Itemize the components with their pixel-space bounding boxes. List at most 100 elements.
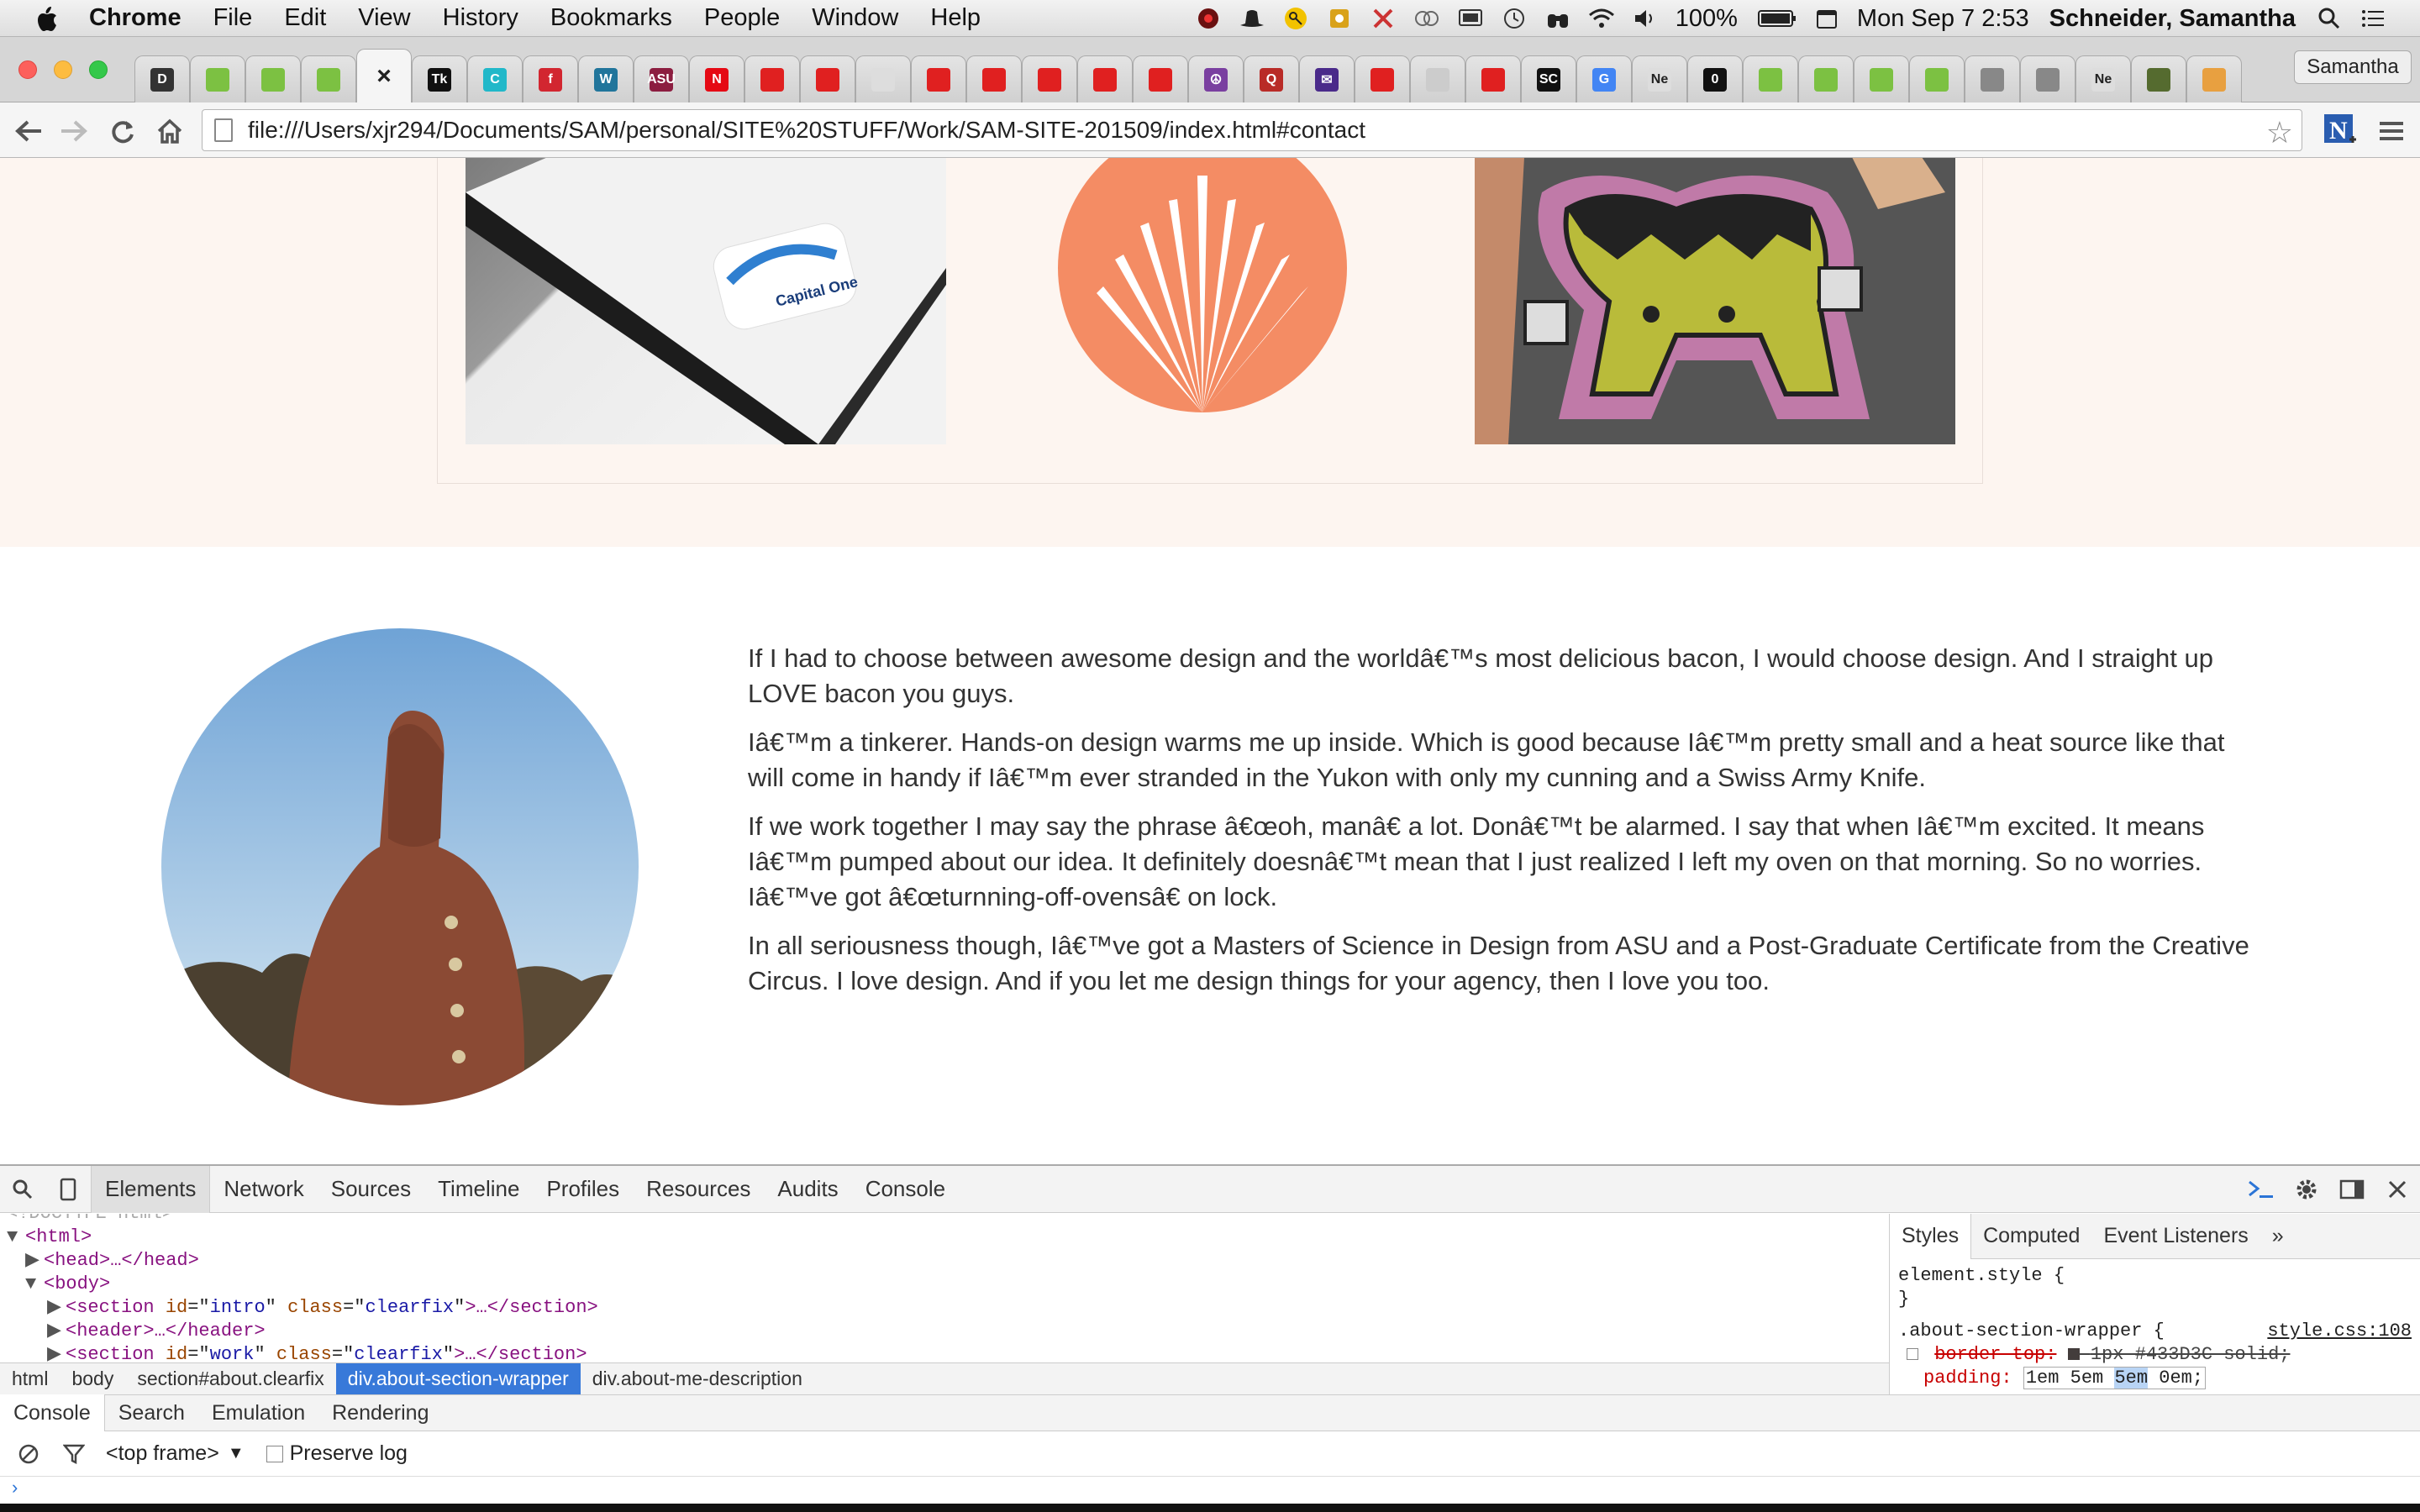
menu-file[interactable]: File [213, 4, 253, 32]
key-icon[interactable] [1282, 7, 1309, 30]
tab-computed[interactable]: Computed [1971, 1214, 2091, 1259]
drawer-tab-search[interactable]: Search [105, 1394, 198, 1431]
browser-tab[interactable] [2131, 55, 2186, 102]
browser-tab[interactable] [1022, 55, 1077, 102]
dock-side-icon[interactable] [2329, 1167, 2375, 1212]
browser-tab[interactable] [301, 55, 356, 102]
more-tabs-chevron[interactable]: » [2260, 1214, 2296, 1259]
browser-tab[interactable] [1743, 55, 1798, 102]
menu-edit[interactable]: Edit [284, 4, 326, 32]
frame-selector[interactable]: <top frame> [106, 1441, 219, 1466]
frankenstein-toy-thumbnail[interactable] [1475, 158, 1955, 444]
browser-tab[interactable]: ☮ [1188, 55, 1244, 102]
dom-node-body[interactable]: ▼ <body> [7, 1273, 1889, 1296]
profile-button[interactable]: Samantha [2294, 50, 2412, 84]
tab-styles[interactable]: Styles [1890, 1214, 1972, 1259]
css-prop-padding[interactable]: padding: 1em 5em 5em 0em; [1898, 1367, 2412, 1390]
time-machine-icon[interactable] [1501, 7, 1528, 30]
close-tab-icon[interactable]: × [372, 62, 396, 90]
browser-tab[interactable]: Q [1244, 55, 1299, 102]
browser-tab[interactable]: f [523, 55, 578, 102]
browser-tab[interactable] [911, 55, 966, 102]
extension-n-icon[interactable]: N [2321, 111, 2358, 148]
clear-console-icon[interactable] [12, 1437, 45, 1471]
crumb-section-about[interactable]: section#about.clearfix [125, 1363, 335, 1395]
chevron-down-icon[interactable]: ▼ [228, 1444, 245, 1463]
tab-elements[interactable]: Elements [91, 1165, 211, 1213]
close-devtools-icon[interactable] [2375, 1167, 2420, 1212]
browser-tab[interactable]: W [578, 55, 634, 102]
user-name[interactable]: Schneider, Samantha [2049, 5, 2296, 33]
capital-one-wallet-thumbnail[interactable]: Capital One [466, 158, 946, 444]
browser-tab[interactable] [2020, 55, 2075, 102]
browser-tab[interactable] [2186, 55, 2242, 102]
color-swatch[interactable] [2067, 1348, 2080, 1361]
drawer-tab-emulation[interactable]: Emulation [198, 1394, 318, 1431]
home-icon[interactable] [153, 114, 187, 148]
battery-percent[interactable]: 100% [1676, 5, 1738, 33]
crumb-about-me-description[interactable]: div.about-me-description [581, 1363, 814, 1395]
url-text[interactable]: file:///Users/xjr294/Documents/SAM/perso… [248, 117, 1365, 144]
tab-active[interactable]: × [356, 49, 412, 102]
browser-tab[interactable]: D [134, 55, 190, 102]
crumb-body[interactable]: body [60, 1363, 125, 1395]
forward-arrow-icon[interactable] [57, 114, 91, 148]
dom-tree[interactable]: <!DOCTYPE html> ▼<html> ▶<head>…</head> … [0, 1214, 1889, 1365]
menu-history[interactable]: History [443, 4, 518, 32]
crossed-tools-icon[interactable] [1370, 7, 1397, 30]
chrome-menu-icon[interactable] [2375, 114, 2408, 148]
drawer-tab-rendering[interactable]: Rendering [318, 1394, 442, 1431]
tab-profiles[interactable]: Profiles [533, 1166, 633, 1213]
crumb-html[interactable]: html [0, 1363, 60, 1395]
tab-event-listeners[interactable]: Event Listeners [2091, 1214, 2260, 1259]
inspect-search-icon[interactable] [0, 1167, 45, 1212]
menu-view[interactable]: View [358, 4, 410, 32]
browser-tab[interactable] [744, 55, 800, 102]
sunburst-logo-thumbnail[interactable] [962, 158, 1443, 444]
zoom-window-button[interactable] [89, 60, 108, 79]
browser-tab[interactable]: ✉ [1299, 55, 1355, 102]
browser-tab[interactable]: G [1576, 55, 1632, 102]
browser-tab[interactable]: ASU [634, 55, 689, 102]
property-checkbox[interactable] [1907, 1348, 1918, 1361]
binoculars-icon[interactable] [1544, 7, 1571, 30]
dom-node-html[interactable]: ▼ <html> [7, 1226, 1889, 1249]
browser-tab[interactable] [1355, 55, 1410, 102]
css-prop-border-top[interactable]: border-top: 1px #433D3C solid; [1898, 1343, 2412, 1367]
back-arrow-icon[interactable] [12, 114, 45, 148]
calendar-icon[interactable] [1813, 7, 1840, 30]
address-bar[interactable]: file:///Users/xjr294/Documents/SAM/perso… [202, 109, 2302, 151]
volume-icon[interactable] [1632, 7, 1659, 30]
tab-network[interactable]: Network [210, 1166, 317, 1213]
browser-tab[interactable]: Ne [2075, 55, 2131, 102]
tab-timeline[interactable]: Timeline [424, 1166, 533, 1213]
notification-center-icon[interactable] [2360, 7, 2386, 30]
menu-help[interactable]: Help [930, 4, 981, 32]
reload-icon[interactable] [106, 114, 139, 148]
crumb-about-section-wrapper[interactable]: div.about-section-wrapper [335, 1362, 581, 1395]
drawer-tab-console[interactable]: Console [0, 1394, 105, 1431]
battery-icon[interactable] [1757, 7, 1797, 30]
css-rules[interactable]: element.style { } .about-section-wrapper… [1890, 1259, 2420, 1394]
css-rule-selector[interactable]: .about-section-wrapper { style.css:108 [1898, 1320, 2412, 1343]
browser-tab[interactable] [245, 55, 301, 102]
menu-app-name[interactable]: Chrome [89, 4, 182, 32]
menu-bookmarks[interactable]: Bookmarks [550, 4, 672, 32]
browser-tab[interactable] [855, 55, 911, 102]
bookmark-star-icon[interactable]: ☆ [2266, 115, 2293, 150]
display-icon[interactable] [1457, 7, 1484, 30]
dom-node-head[interactable]: ▶ <head>…</head> [7, 1249, 1889, 1273]
minimize-window-button[interactable] [54, 60, 72, 79]
browser-tab[interactable]: Tk [412, 55, 467, 102]
dom-node-section-intro[interactable]: ▶ <section id="intro" class="clearfix">…<… [7, 1296, 1889, 1320]
wifi-icon[interactable] [1588, 7, 1615, 30]
browser-tab[interactable]: N [689, 55, 744, 102]
browser-tab[interactable] [966, 55, 1022, 102]
browser-tab[interactable] [1854, 55, 1909, 102]
filter-icon[interactable] [57, 1437, 91, 1471]
dom-node-header[interactable]: ▶ <header>…</header> [7, 1320, 1889, 1343]
sync-icon[interactable] [1413, 7, 1440, 30]
tab-sources[interactable]: Sources [318, 1166, 424, 1213]
clock[interactable]: Mon Sep 7 2:53 [1857, 5, 2029, 33]
close-window-button[interactable] [18, 60, 37, 79]
